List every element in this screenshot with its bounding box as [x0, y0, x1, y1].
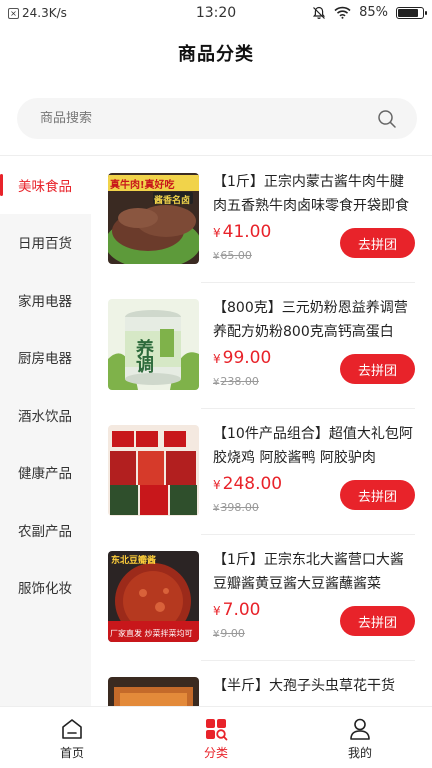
product-title[interactable]: 【800克】三元奶粉恩益养调营养配方奶粉800克高钙高蛋白	[213, 296, 415, 344]
sidebar-item-label: 家用电器	[18, 293, 72, 310]
group-buy-button[interactable]: 去拼团	[340, 228, 415, 258]
group-buy-button[interactable]: 去拼团	[340, 606, 415, 636]
nav-label: 首页	[59, 746, 84, 760]
product-image-caption: 酱香名卤	[154, 196, 191, 206]
product-image	[108, 677, 199, 706]
sidebar-item-label: 农副产品	[18, 523, 72, 540]
sidebar-item-home-appliances[interactable]: 家用电器	[0, 271, 91, 329]
group-buy-button[interactable]: 去拼团	[340, 480, 415, 510]
product-original-price: ¥65.00	[213, 249, 252, 262]
product-card[interactable]: 养调 【800克】三元奶粉恩益养调营养配方奶粉800克高钙高蛋白 ¥99.00 …	[108, 282, 424, 408]
battery-fill	[398, 8, 419, 17]
search-bar[interactable]	[17, 98, 417, 139]
product-image-caption: 厂家直发 炒菜拌菜均可	[110, 629, 193, 638]
product-image: 真牛肉!真好吃 酱香名卤	[108, 173, 199, 264]
sidebar-item-apparel-cosmetics[interactable]: 服饰化妆	[0, 559, 91, 617]
user-icon	[350, 718, 370, 740]
battery-percent: 85%	[359, 5, 388, 20]
product-title[interactable]: 【1斤】正宗东北大酱营口大酱豆瓣酱黄豆酱大豆酱蘸酱菜	[213, 548, 415, 596]
product-original-price: ¥238.00	[213, 375, 259, 388]
wifi-icon	[334, 6, 351, 19]
product-original-price: ¥398.00	[213, 501, 259, 514]
status-icons: 85%	[312, 5, 427, 20]
product-image: 养调	[108, 299, 199, 390]
sidebar-item-kitchen-appliances[interactable]: 厨房电器	[0, 329, 91, 387]
product-card[interactable]: 【半斤】大孢子头虫草花干货	[108, 660, 424, 706]
product-price: ¥99.00	[213, 348, 272, 368]
product-image: 东北豆瓣酱 厂家直发 炒菜拌菜均可	[108, 551, 199, 642]
page-title: 商品分类	[178, 44, 254, 65]
mute-bell-icon	[313, 6, 326, 19]
search-icon[interactable]	[377, 109, 397, 129]
battery-icon	[396, 6, 427, 19]
sidebar-item-label: 美味食品	[18, 178, 72, 195]
sidebar-item-label: 健康产品	[18, 466, 72, 483]
product-list: 真牛肉!真好吃 酱香名卤 【1斤】正宗内蒙古酱牛肉牛腱肉五香熟牛肉卤味零食开袋即…	[91, 156, 432, 706]
product-card[interactable]: 真牛肉!真好吃 酱香名卤 【1斤】正宗内蒙古酱牛肉牛腱肉五香熟牛肉卤味零食开袋即…	[108, 156, 424, 282]
home-icon	[62, 719, 82, 739]
sidebar-item-label: 酒水饮品	[18, 408, 72, 425]
category-sidebar: 美味食品 日用百货 家用电器 厨房电器 酒水饮品 健康产品 农副产品 服饰化妆	[0, 156, 91, 706]
product-image-caption: 东北豆瓣酱	[111, 556, 157, 566]
product-card[interactable]: 东北豆瓣酱 厂家直发 炒菜拌菜均可 【1斤】正宗东北大酱营口大酱豆瓣酱黄豆酱大豆…	[108, 534, 424, 660]
sidebar-item-label: 日用百货	[18, 236, 72, 253]
product-image-caption: 真牛肉!真好吃	[110, 180, 175, 191]
product-original-price: ¥9.00	[213, 627, 245, 640]
nav-profile[interactable]: 我的	[288, 707, 432, 768]
search-input[interactable]	[40, 111, 377, 126]
sidebar-item-label: 服饰化妆	[18, 581, 72, 598]
product-title[interactable]: 【半斤】大孢子头虫草花干货	[213, 674, 415, 706]
product-price: ¥248.00	[213, 474, 283, 494]
nav-home[interactable]: 首页	[0, 707, 144, 768]
nav-label: 我的	[347, 746, 372, 760]
product-image-caption: 养调	[133, 339, 154, 371]
status-bar: × 24.3K/s 13:20 85%	[0, 0, 432, 28]
nav-label: 分类	[203, 746, 228, 760]
category-search-icon	[206, 719, 228, 741]
sidebar-item-food[interactable]: 美味食品	[0, 156, 91, 214]
sidebar-item-label: 厨房电器	[18, 351, 72, 368]
product-title[interactable]: 【10件产品组合】超值大礼包阿胶烧鸡 阿胶酱鸭 阿胶驴肉	[213, 422, 415, 470]
product-price: ¥7.00	[213, 600, 261, 620]
nav-category[interactable]: 分类	[144, 707, 288, 768]
product-price: ¥41.00	[213, 222, 272, 242]
sidebar-item-drinks[interactable]: 酒水饮品	[0, 386, 91, 444]
product-title[interactable]: 【1斤】正宗内蒙古酱牛肉牛腱肉五香熟牛肉卤味零食开袋即食	[213, 170, 415, 218]
group-buy-button[interactable]: 去拼团	[340, 354, 415, 384]
product-image	[108, 425, 199, 516]
sidebar-item-farm-products[interactable]: 农副产品	[0, 501, 91, 559]
product-card[interactable]: 【10件产品组合】超值大礼包阿胶烧鸡 阿胶酱鸭 阿胶驴肉 ¥248.00 ¥39…	[108, 408, 424, 534]
sidebar-item-health[interactable]: 健康产品	[0, 444, 91, 502]
bottom-navigation: 首页 分类 我的	[0, 706, 432, 768]
sidebar-item-daily-goods[interactable]: 日用百货	[0, 214, 91, 272]
